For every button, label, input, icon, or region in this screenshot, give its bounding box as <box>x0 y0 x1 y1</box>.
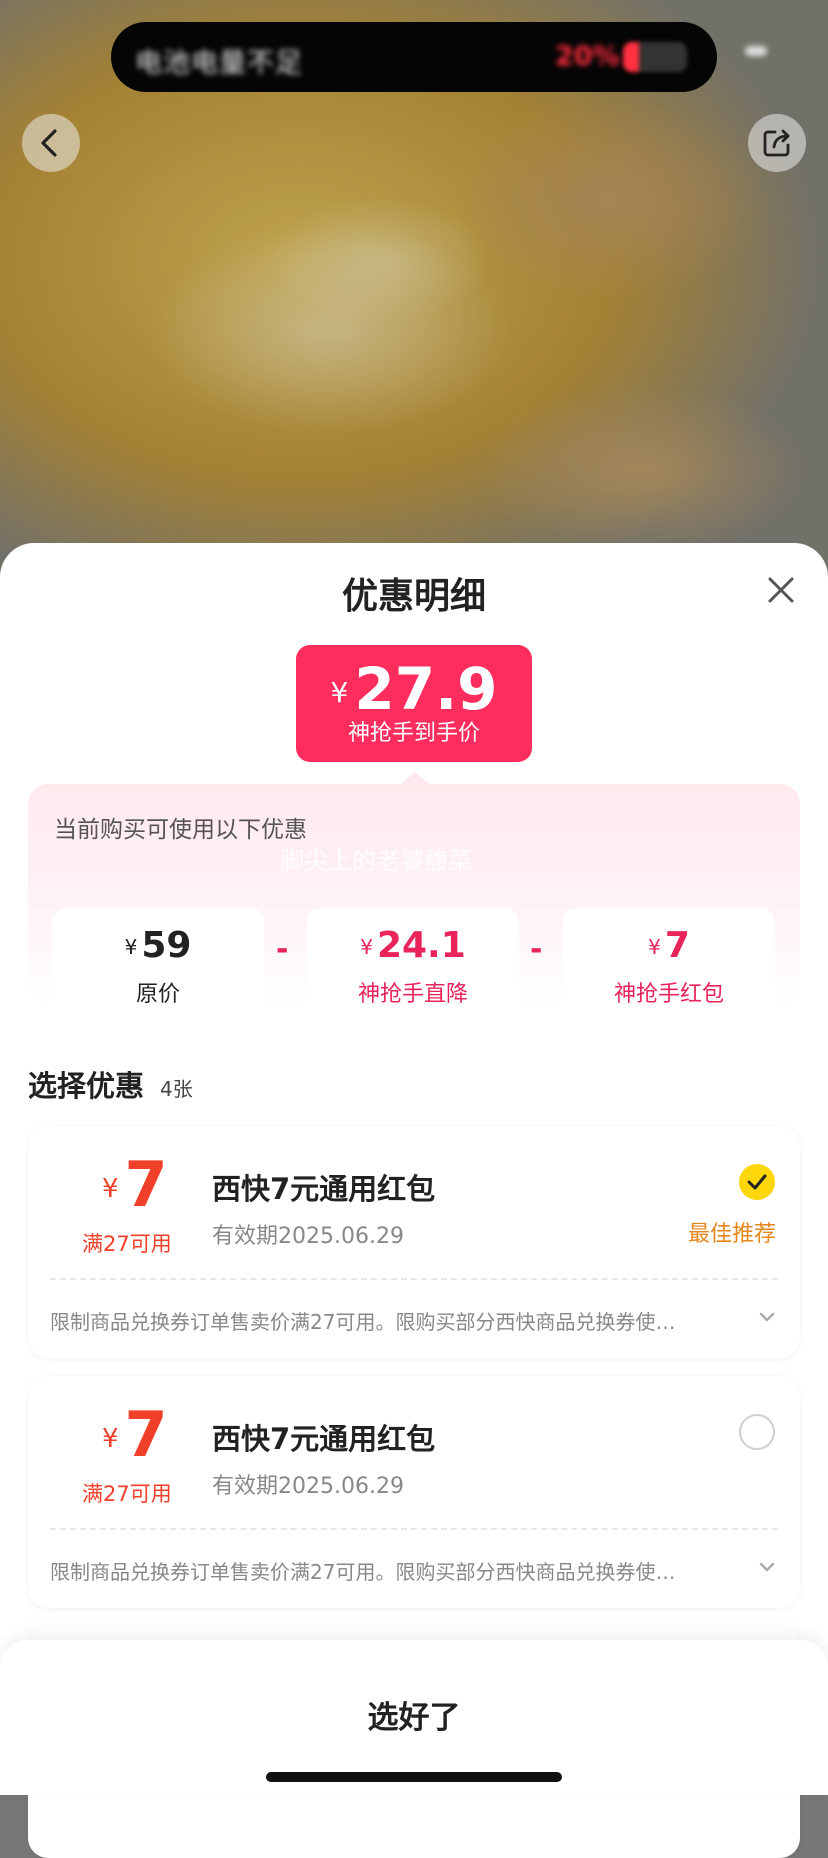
best-recommend-tag: 最佳推荐 <box>687 1222 776 1247</box>
final-price: ¥27.9 <box>296 659 532 723</box>
minus-sign: - <box>530 932 543 967</box>
coupon-condition: 满27可用 <box>82 1232 172 1256</box>
battery-icon <box>623 42 687 72</box>
original-price-label: 原价 <box>135 982 180 1007</box>
red-packet-value: 7 <box>664 925 690 966</box>
minus-sign: - <box>276 932 289 967</box>
coupon-amount-value: 7 <box>124 1148 168 1221</box>
coupon-amount-value: 7 <box>124 1398 168 1471</box>
currency-symbol: ¥ <box>124 935 138 959</box>
bottom-action-bar: 选好了 <box>0 1640 828 1795</box>
status-indicator <box>745 46 767 56</box>
coupon-validity: 有效期2025.06.29 <box>212 1224 404 1249</box>
dashed-divider <box>50 1528 778 1530</box>
pointer-arrow <box>401 772 429 784</box>
section-title: 选择优惠 <box>28 1069 145 1103</box>
final-price-box: ¥27.9 神抢手到手价 <box>296 645 532 762</box>
coupon-amount: ¥7 <box>102 1404 168 1470</box>
home-indicator <box>266 1772 562 1782</box>
low-battery-message: 电池电量不足 <box>135 48 303 79</box>
red-packet-card: ¥7 神抢手红包 <box>563 908 775 1016</box>
coupon-count: 4张 <box>160 1077 193 1101</box>
currency-symbol: ¥ <box>102 1173 119 1204</box>
coupon-checkbox-checked[interactable] <box>739 1164 775 1200</box>
coupon-description: 限制商品兑换券订单售卖价满27可用。限购买部分西快商品兑换券使… <box>50 1560 676 1584</box>
coupon-amount: ¥7 <box>102 1154 168 1220</box>
chevron-left-icon <box>41 129 57 157</box>
coupon-condition: 满27可用 <box>82 1482 172 1506</box>
direct-discount-value: 24.1 <box>376 925 466 966</box>
watermark: 脚尖上的老饕馥菜 <box>280 847 472 875</box>
discount-detail-sheet: 优惠明细 ¥27.9 神抢手到手价 当前购买可使用以下优惠 脚尖上的老饕馥菜 ¥… <box>0 543 828 1858</box>
coupon-title: 西快7元通用红包 <box>212 1422 436 1456</box>
final-price-value: 27.9 <box>354 655 498 723</box>
close-button[interactable] <box>762 571 800 609</box>
coupon-checkbox-unchecked[interactable] <box>739 1414 775 1450</box>
close-icon <box>768 577 794 603</box>
battery-percent: 20% <box>555 41 620 72</box>
checkmark-icon <box>747 1174 767 1190</box>
red-packet-label: 神抢手红包 <box>613 982 724 1007</box>
expand-button[interactable] <box>756 1306 778 1328</box>
direct-discount-card: ¥24.1 神抢手直降 <box>307 908 519 1016</box>
discount-breakdown-panel: 当前购买可使用以下优惠 脚尖上的老饕馥菜 ¥59 原价 - ¥24.1 神抢手直… <box>28 784 800 1016</box>
direct-discount-label: 神抢手直降 <box>357 982 468 1007</box>
chevron-down-icon <box>759 1312 775 1322</box>
coupon-description: 限制商品兑换券订单售卖价满27可用。限购买部分西快商品兑换券使… <box>50 1310 676 1334</box>
dashed-divider <box>50 1278 778 1280</box>
sheet-title: 优惠明细 <box>341 576 486 617</box>
back-button[interactable] <box>22 114 80 172</box>
original-price-value: 59 <box>141 925 192 966</box>
done-button[interactable]: 选好了 <box>0 1692 828 1737</box>
original-price-card: ¥59 原价 <box>52 908 264 1016</box>
coupon-card[interactable]: ¥7 满27可用 西快7元通用红包 有效期2025.06.29 最佳推荐 限制商… <box>28 1126 800 1358</box>
coupon-validity: 有效期2025.06.29 <box>212 1474 404 1499</box>
status-pill: 电池电量不足 20% <box>111 22 717 92</box>
chevron-down-icon <box>759 1562 775 1572</box>
expand-button[interactable] <box>756 1556 778 1578</box>
currency-symbol: ¥ <box>360 935 373 959</box>
currency-symbol: ¥ <box>102 1423 119 1454</box>
coupon-card[interactable]: ¥7 满27可用 西快7元通用红包 有效期2025.06.29 限制商品兑换券订… <box>28 1376 800 1608</box>
panel-intro: 当前购买可使用以下优惠 <box>54 817 307 843</box>
share-button[interactable] <box>748 114 806 172</box>
share-icon <box>763 129 790 157</box>
currency-symbol: ¥ <box>330 675 349 709</box>
coupon-title: 西快7元通用红包 <box>212 1172 436 1206</box>
currency-symbol: ¥ <box>648 935 661 959</box>
final-price-label: 神抢手到手价 <box>347 721 480 746</box>
